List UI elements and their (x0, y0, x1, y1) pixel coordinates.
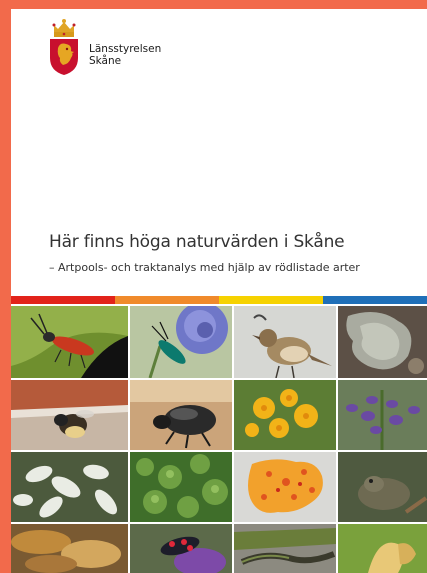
page-subtitle: – Artpools- och traktanalys med hjälp av… (49, 261, 360, 274)
color-band (11, 296, 427, 304)
page-title: Här finns höga naturvärden i Skåne (49, 232, 345, 252)
color-bar-blue (323, 296, 427, 304)
photo-mushroom (11, 524, 128, 573)
photo-grid (11, 306, 427, 573)
photo-yellow-flowers (234, 380, 336, 450)
logo-line1: Länsstyrelsen (89, 43, 162, 55)
photo-lichen (338, 306, 427, 378)
photo-white-flowers (11, 452, 128, 522)
photo-butterfly (338, 524, 427, 573)
document-cover: Länsstyrelsen Skåne Här finns höga natur… (11, 9, 427, 573)
photo-orchid (338, 380, 427, 450)
coat-of-arms-icon (50, 19, 78, 75)
photo-bumblebee (11, 380, 128, 450)
photo-lizard (234, 524, 336, 573)
lansstyrelsen-logo (49, 18, 79, 81)
logo-text: Länsstyrelsen Skåne (89, 43, 161, 67)
logo-line2: Skåne (89, 55, 122, 67)
color-bar-red (11, 296, 115, 304)
photo-bird (234, 306, 336, 378)
photo-blue-moth-flower (130, 306, 232, 378)
photo-dung-beetle (130, 380, 232, 450)
photo-toad (338, 452, 427, 522)
color-bar-yellow (219, 296, 323, 304)
photo-skane-map (234, 452, 336, 522)
photo-moss (130, 452, 232, 522)
color-bar-orange (115, 296, 219, 304)
photo-burnet-moth (130, 524, 232, 573)
photo-red-beetle (11, 306, 128, 378)
